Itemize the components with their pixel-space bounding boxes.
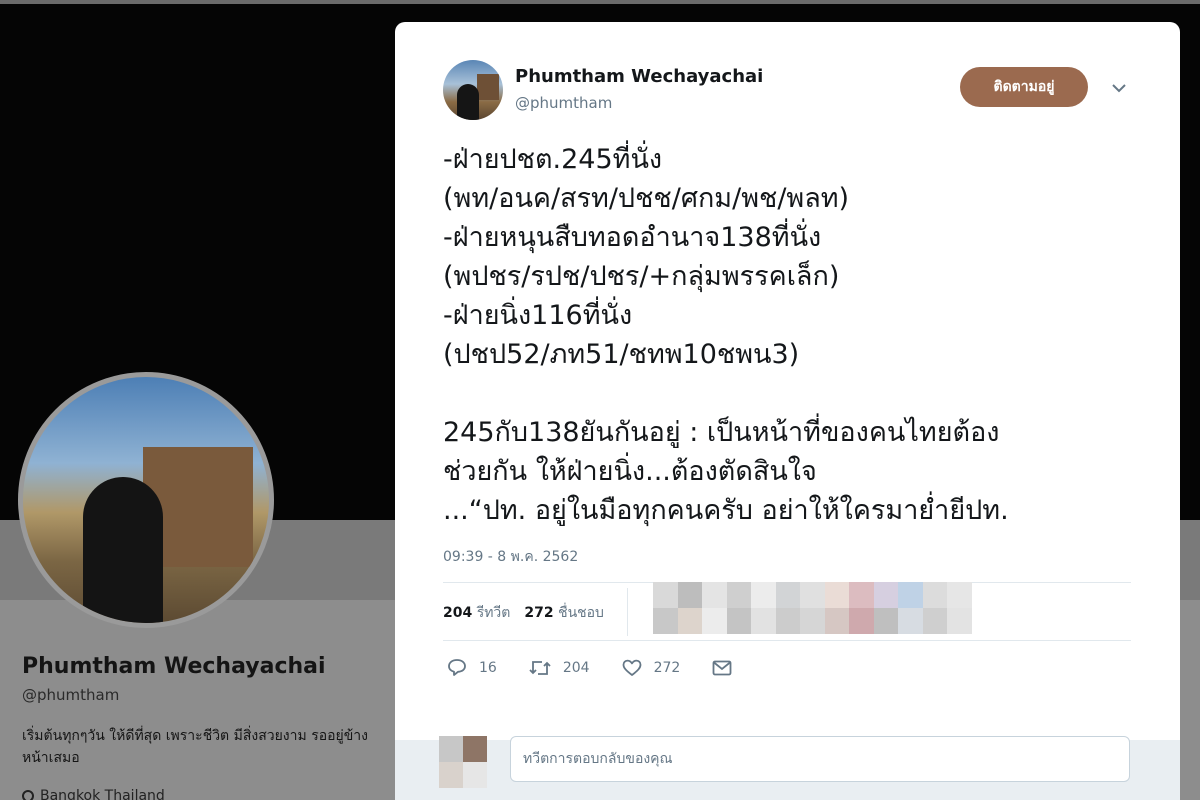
author-avatar-person: [457, 84, 479, 120]
avatar-person-shape: [83, 477, 163, 623]
tweet-text: -ฝ่ายปชต.245ที่นั่ง (พท/อนค/สรท/ปชช/ศกม/…: [443, 144, 1009, 526]
like-count: 272: [653, 659, 681, 676]
liker-avatars[interactable]: [653, 582, 972, 634]
like-action[interactable]: 272: [622, 659, 681, 677]
retweet-action[interactable]: 204: [529, 659, 590, 677]
message-icon: [712, 660, 732, 675]
profile-avatar[interactable]: [18, 372, 274, 628]
likes-stat-count: 272: [524, 605, 554, 621]
retweets-stat-count: 204: [443, 605, 473, 621]
current-user-avatar: [439, 736, 487, 788]
location-pin-icon: [19, 787, 37, 800]
message-action[interactable]: [712, 660, 732, 676]
reply-action[interactable]: 16: [447, 658, 497, 677]
chevron-down-icon[interactable]: [1111, 80, 1127, 96]
likes-stat-label: ชื่นชอบ: [558, 605, 604, 621]
reply-count: 16: [479, 659, 497, 676]
profile-bio: เริ่มต้นทุกๆวัน ให้ดีที่สุด เพราะชีวิต ม…: [22, 728, 368, 766]
tweet-stats: 204 รีทวีต 272 ชื่นชอบ: [443, 602, 604, 624]
retweet-count: 204: [562, 659, 590, 676]
likes-stat[interactable]: 272 ชื่นชอบ: [524, 602, 604, 624]
stats-separator: [627, 588, 628, 636]
author-name[interactable]: Phumtham Wechayachai: [515, 66, 763, 87]
like-icon: [622, 659, 641, 676]
retweets-stat-label: รีทวีต: [476, 605, 511, 621]
window-top-edge: [0, 0, 1200, 4]
author-handle[interactable]: @phumtham: [515, 94, 612, 112]
stats-divider-bottom: [443, 640, 1131, 641]
following-button[interactable]: ติดตามอยู่: [960, 67, 1088, 107]
tweet-timestamp[interactable]: 09:39 - 8 พ.ค. 2562: [443, 546, 578, 568]
retweet-icon: [529, 660, 551, 675]
profile-name: Phumtham Wechayachai: [22, 654, 326, 679]
profile-location: Bangkok Thailand: [19, 787, 165, 800]
reply-icon: [448, 659, 466, 676]
retweets-stat[interactable]: 204 รีทวีต: [443, 602, 510, 624]
author-avatar[interactable]: [443, 60, 503, 120]
reply-input[interactable]: [510, 736, 1130, 782]
author-avatar-building: [477, 74, 499, 100]
profile-location-text: Bangkok Thailand: [40, 788, 165, 800]
tweet-actions: 16 204 272: [447, 658, 764, 677]
tweet-modal: Phumtham Wechayachai @phumtham ติดตามอยู…: [395, 22, 1180, 800]
profile-handle: @phumtham: [22, 686, 120, 704]
